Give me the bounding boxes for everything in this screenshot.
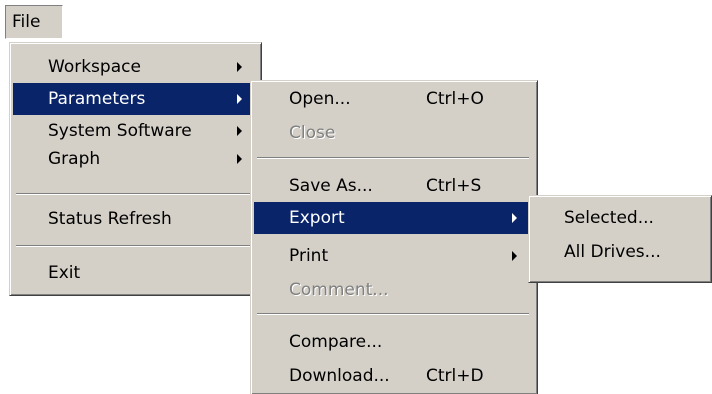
menu-item-comment-label: Comment...: [289, 280, 389, 300]
menu-separator: [16, 193, 254, 195]
submenu-arrow-icon: [237, 126, 242, 136]
menu-item-open-shortcut: Ctrl+O: [426, 89, 484, 109]
menu-item-compare[interactable]: Compare...: [254, 326, 532, 358]
menu-item-exit[interactable]: Exit: [13, 257, 257, 289]
menu-separator: [16, 245, 254, 247]
parameters-submenu: Open... Ctrl+O Close Save As... Ctrl+S E…: [250, 80, 538, 394]
export-submenu: Selected... All Drives...: [528, 195, 712, 283]
file-menu-button[interactable]: File: [5, 5, 63, 39]
menu-item-workspace[interactable]: Workspace: [13, 51, 257, 83]
menu-item-close-label: Close: [289, 123, 336, 143]
submenu-arrow-icon: [512, 213, 517, 223]
app-screen: File Workspace Parameters System Softwar…: [0, 0, 712, 394]
menu-item-status-refresh-label: Status Refresh: [48, 209, 172, 229]
file-menu: Workspace Parameters System Software Gra…: [9, 42, 262, 296]
menu-item-download-shortcut: Ctrl+D: [426, 366, 484, 386]
submenu-arrow-icon: [237, 62, 242, 72]
submenu-arrow-icon: [512, 251, 517, 261]
menu-item-exit-label: Exit: [48, 263, 81, 283]
menu-separator: [257, 157, 529, 159]
menu-item-save-as-label: Save As...: [289, 176, 373, 196]
menu-item-parameters[interactable]: Parameters: [13, 83, 257, 115]
menu-item-save-as-shortcut: Ctrl+S: [426, 176, 482, 196]
menu-item-all-drives-label: All Drives...: [564, 242, 661, 262]
menu-item-parameters-label: Parameters: [48, 89, 146, 109]
menu-item-workspace-label: Workspace: [48, 57, 141, 77]
menu-item-download-label: Download...: [289, 366, 390, 386]
menu-item-compare-label: Compare...: [289, 332, 383, 352]
menu-item-export[interactable]: Export: [254, 202, 532, 234]
menu-item-close: Close: [254, 117, 532, 149]
menu-item-save-as[interactable]: Save As... Ctrl+S: [254, 170, 532, 202]
submenu-arrow-icon: [237, 154, 242, 164]
menu-item-export-label: Export: [289, 208, 345, 228]
menu-separator: [257, 313, 529, 315]
menu-item-selected[interactable]: Selected...: [532, 202, 706, 234]
menu-item-status-refresh[interactable]: Status Refresh: [13, 203, 257, 235]
menu-item-download[interactable]: Download... Ctrl+D: [254, 360, 532, 392]
menu-item-open-label: Open...: [289, 89, 351, 109]
menu-item-all-drives[interactable]: All Drives...: [532, 236, 706, 268]
menu-item-graph[interactable]: Graph: [13, 143, 257, 175]
menu-item-print-label: Print: [289, 246, 329, 266]
file-menu-label: File: [12, 12, 41, 32]
menu-item-selected-label: Selected...: [564, 208, 654, 228]
submenu-arrow-icon: [237, 94, 242, 104]
menu-item-graph-label: Graph: [48, 149, 101, 169]
menu-item-print[interactable]: Print: [254, 240, 532, 272]
menu-item-open[interactable]: Open... Ctrl+O: [254, 83, 532, 115]
menu-item-comment: Comment...: [254, 274, 532, 306]
